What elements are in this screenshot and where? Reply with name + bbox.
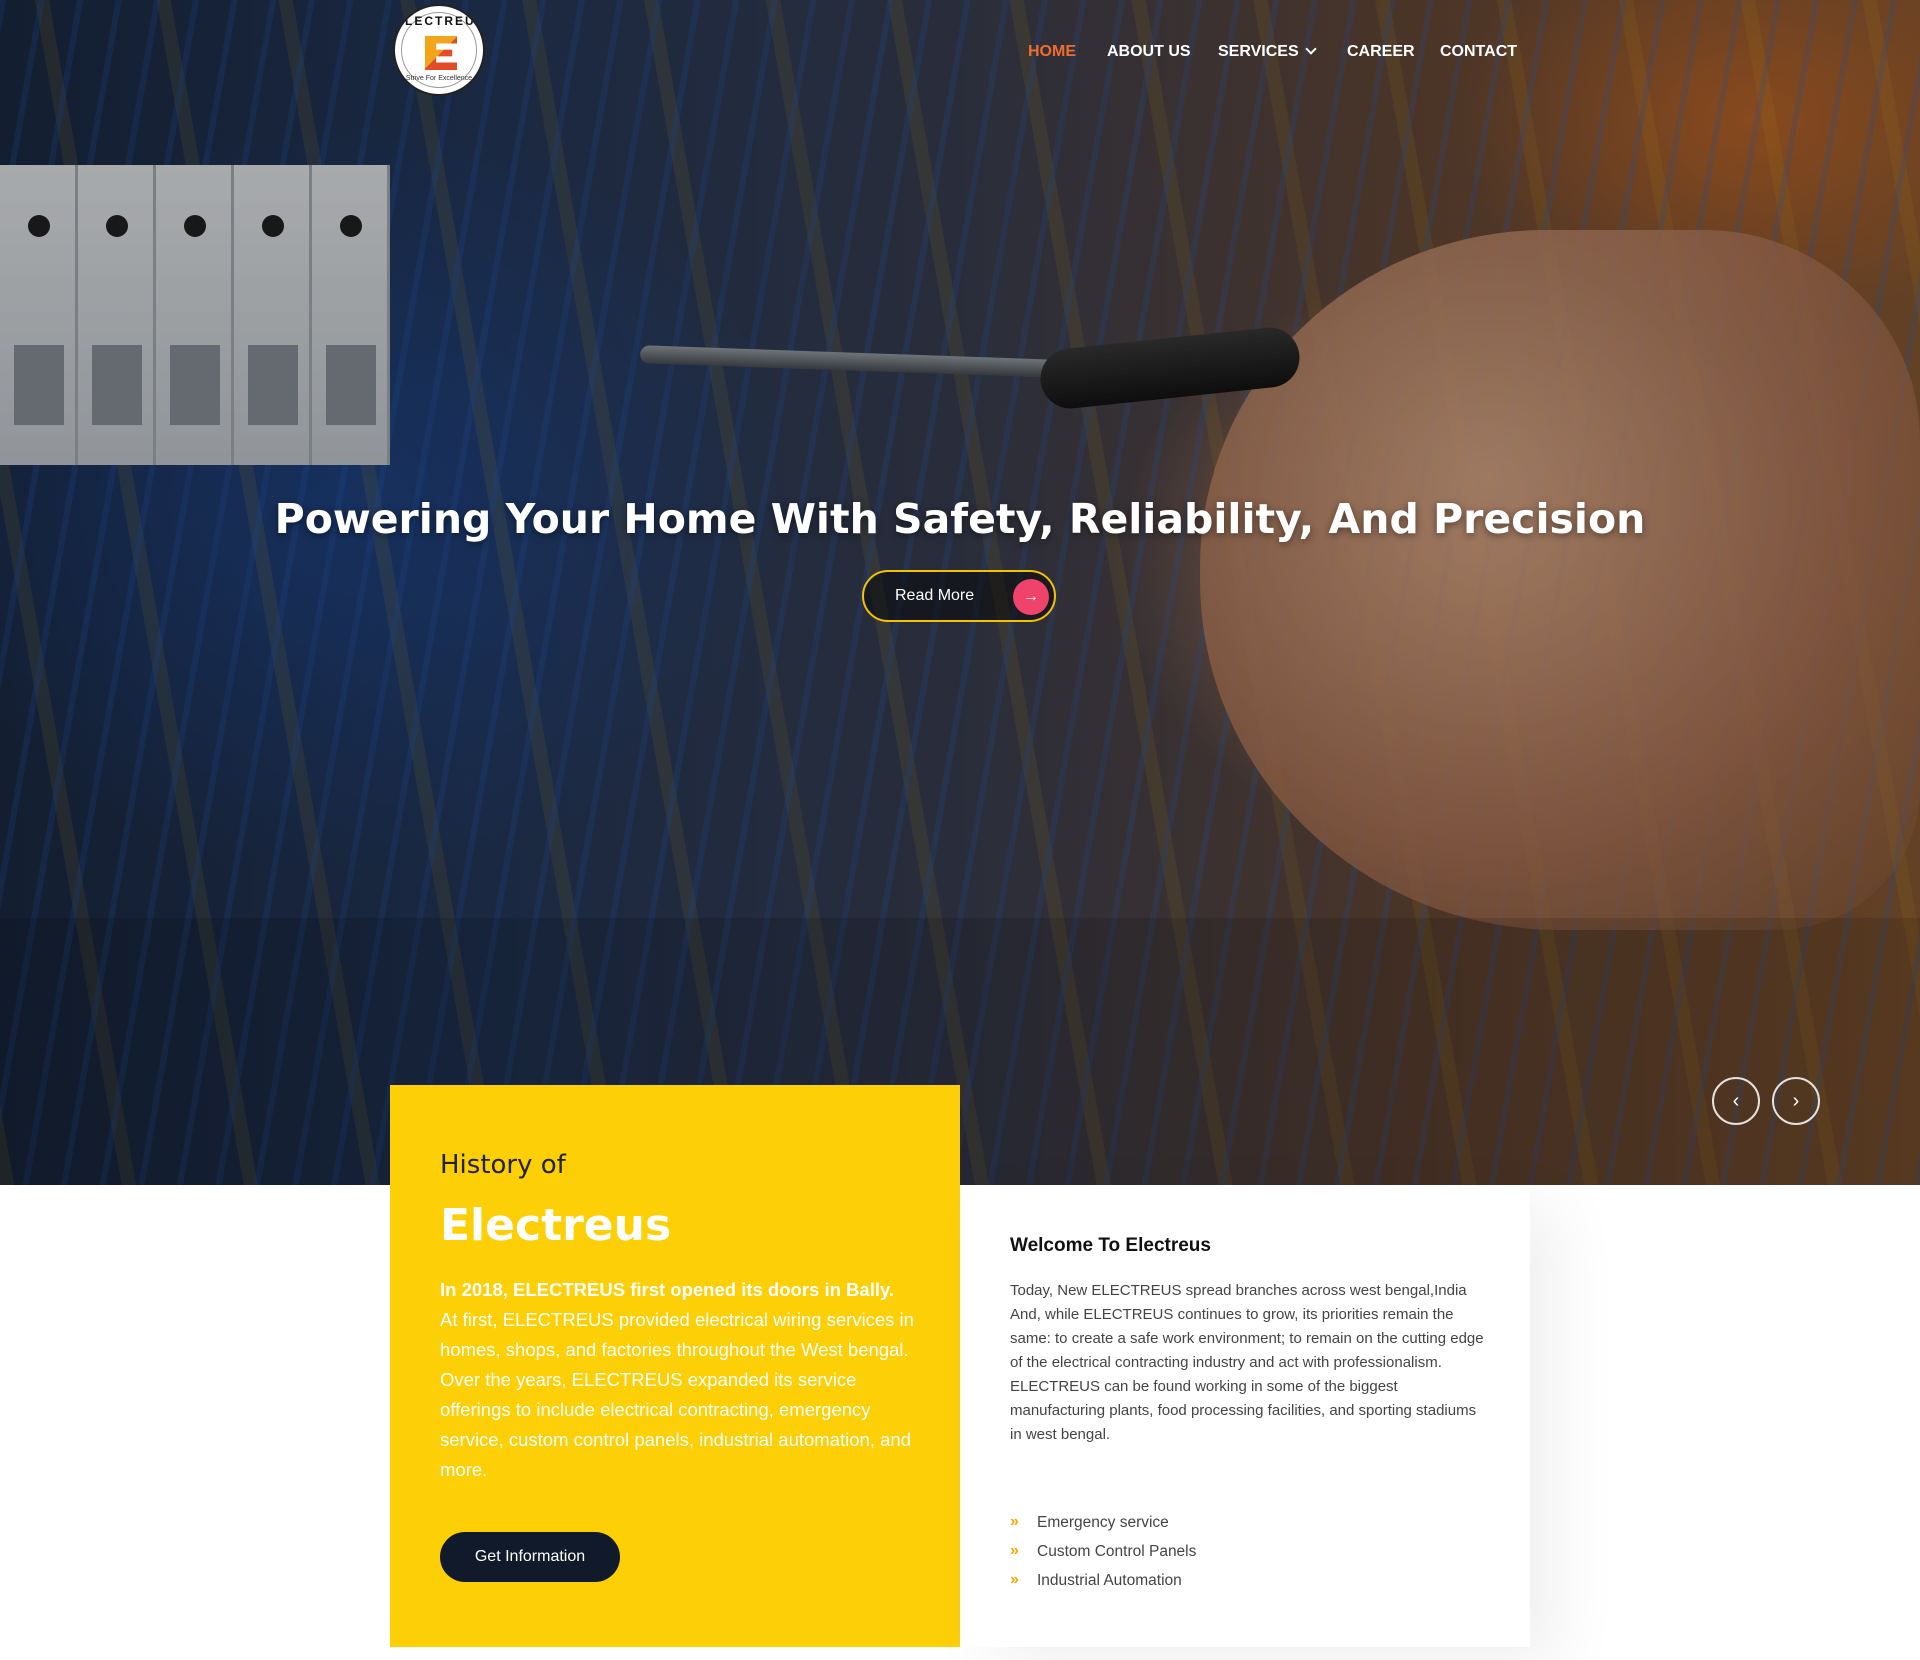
chevron-right-icon: › xyxy=(1792,1090,1800,1112)
list-item: » Industrial Automation xyxy=(1010,1571,1182,1589)
chevron-left-icon: ‹ xyxy=(1732,1090,1740,1112)
double-chevron-right-icon: » xyxy=(1010,1513,1019,1530)
history-card: History of Electreus In 2018, ELECTREUS … xyxy=(390,1085,960,1647)
hero-title: Powering Your Home With Safety, Reliabil… xyxy=(274,495,1646,543)
nav-home[interactable]: HOME xyxy=(1028,43,1076,61)
nav-services-label: SERVICES xyxy=(1218,43,1299,60)
read-more-button[interactable]: Read More → xyxy=(862,570,1056,622)
welcome-card: Welcome To Electreus Today, New ELECTREU… xyxy=(960,1185,1530,1647)
history-lead: In 2018, ELECTREUS first opened its door… xyxy=(440,1279,895,1300)
arrow-right-icon: → xyxy=(1013,579,1049,615)
chevron-down-icon xyxy=(1304,43,1317,55)
history-text: At first, ELECTREUS provided electrical … xyxy=(440,1309,914,1480)
services-list: » Emergency service » Custom Control Panel… xyxy=(1010,1513,1197,1601)
list-item: » Custom Control Panels xyxy=(1010,1542,1197,1560)
welcome-body: Today, New ELECTREUS spread branches acr… xyxy=(1010,1282,1484,1443)
electreus-logo[interactable]: ELECTREUS Strive For Excellence xyxy=(393,4,485,96)
hero-banner: Powering Your Home With Safety, Reliabil… xyxy=(0,0,1920,1185)
double-chevron-right-icon: » xyxy=(1010,1542,1019,1559)
slider-prev-button[interactable]: ‹ xyxy=(1712,1077,1760,1125)
double-chevron-right-icon: » xyxy=(1010,1571,1019,1588)
hero-lower-band xyxy=(0,918,1920,1185)
nav-contact[interactable]: CONTACT xyxy=(1440,43,1517,61)
get-information-button[interactable]: Get Information xyxy=(440,1532,620,1582)
list-item: » Emergency service xyxy=(1010,1513,1169,1531)
nav-services[interactable]: SERVICES xyxy=(1218,43,1317,61)
slider-next-button[interactable]: › xyxy=(1772,1077,1820,1125)
history-body: In 2018, ELECTREUS first opened its door… xyxy=(440,1275,915,1485)
history-title: Electreus xyxy=(440,1200,672,1251)
history-pretitle: History of xyxy=(440,1150,566,1180)
logo-tagline: Strive For Excellence xyxy=(405,75,473,82)
read-more-label: Read More xyxy=(895,587,975,604)
welcome-title: Welcome To Electreus xyxy=(1010,1235,1211,1256)
nav-about-us[interactable]: ABOUT US xyxy=(1107,43,1191,61)
nav-career[interactable]: CAREER xyxy=(1347,43,1415,61)
logo-wordmark: ELECTREUS xyxy=(395,14,485,28)
